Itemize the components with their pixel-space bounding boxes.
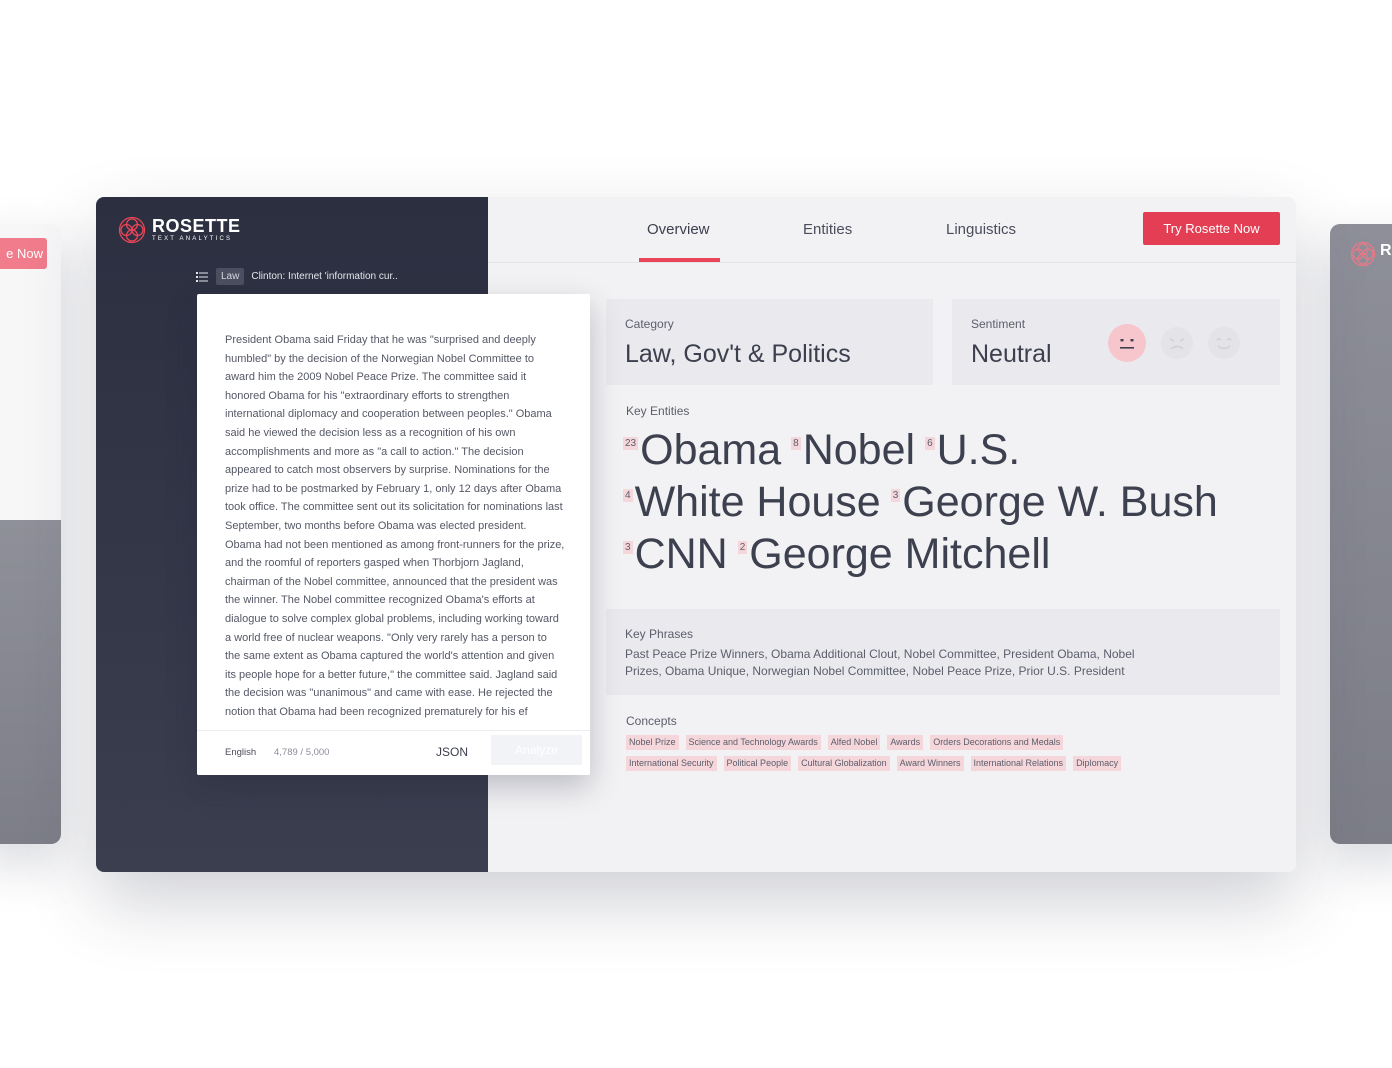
right-preview-card: R [1330,224,1392,844]
entity-name: George Mitchell [749,530,1051,578]
concept-chip[interactable]: Diplomacy [1073,756,1122,771]
character-count: 4,789 / 5,000 [274,747,330,758]
breadcrumb: Law Clinton: Internet 'information cur.. [196,268,398,285]
rosette-logo-icon [118,216,146,244]
concept-chip[interactable]: Orders Decorations and Medals [930,735,1064,750]
results-panel: Overview Entities Linguistics Try Rosett… [488,197,1296,872]
entity-item[interactable]: 6 U.S. [925,427,1020,473]
document-card: President Obama said Friday that he was … [197,294,590,775]
concept-chip[interactable]: Cultural Globalization [798,756,890,771]
results-nav: Overview Entities Linguistics Try Rosett… [488,197,1296,263]
entity-item[interactable]: 8 Nobel [791,427,915,473]
brand-name: ROSETTE [152,216,241,236]
entity-name: U.S. [936,426,1021,474]
key-phrases-box: Key Phrases Past Peace Prize Winners, Ob… [606,609,1280,695]
analyze-button[interactable]: Analyze [491,735,582,765]
key-entities-list: 23 Obama 8 Nobel 6 U.S. 4 White House 3 Georg… [623,427,1283,583]
entity-name: George W. Bush [902,478,1218,526]
left-preview-card: e Now [0,224,61,844]
entity-count: 2 [737,541,748,554]
brand-logo[interactable]: ROSETTE TEXT ANALYTICS [118,216,241,244]
brand-tagline: TEXT ANALYTICS [152,236,233,242]
entity-count: 23 [623,437,639,450]
category-label: Category [625,317,674,331]
category-box: Category Law, Gov't & Politics [606,299,933,385]
brand-text: ROSETTE TEXT ANALYTICS [152,217,241,243]
sentiment-label: Sentiment [971,317,1026,331]
entity-line: 3 CNN 2 George Mitchell [623,531,1283,583]
document-footer: English 4,789 / 5,000 JSON Analyze [197,730,590,775]
concept-chip[interactable]: Science and Technology Awards [685,735,821,750]
entity-count: 4 [623,489,633,502]
concept-row: Nobel Prize Science and Technology Award… [626,735,1186,756]
key-phrases-text: Past Peace Prize Winners, Obama Addition… [625,647,1135,678]
entity-line: 4 White House 3 George W. Bush [623,479,1283,531]
entity-item[interactable]: 3 George W. Bush [890,478,1218,526]
key-entities-label: Key Entities [626,404,690,418]
concepts-label: Concepts [626,714,677,728]
entity-item[interactable]: 3 CNN [623,531,728,577]
key-phrases-label: Key Phrases [625,627,694,641]
entity-count: 6 [925,437,935,450]
entity-item[interactable]: 23 Obama [623,427,781,473]
concept-chip[interactable]: Awards [887,735,924,750]
entity-item[interactable]: 4 White House [623,479,881,525]
entity-line: 23 Obama 8 Nobel 6 U.S. [623,427,1283,479]
language-label: English [225,747,257,758]
main-window: ROSETTE TEXT ANALYTICS Law Clinton: Inte… [96,197,1296,872]
negative-face-icon [1161,327,1193,359]
positive-face-icon [1208,327,1240,359]
json-button[interactable]: JSON [436,745,468,759]
concept-chip[interactable]: Nobel Prize [626,735,679,750]
tab-linguistics[interactable]: Linguistics [946,221,1016,238]
left-preview-top: e Now [0,224,61,520]
rosette-logo-icon [1350,241,1376,267]
neutral-face-icon [1108,324,1146,362]
sentiment-faces [1108,324,1252,362]
sentiment-box: Sentiment Neutral [952,299,1280,385]
entity-name: White House [634,478,881,526]
concept-chip[interactable]: Political People [723,756,792,771]
sentiment-value: Neutral [971,340,1052,368]
concept-chip[interactable]: International Relations [970,756,1067,771]
concept-chip[interactable]: Alfed Nobel [827,735,881,750]
left-preview-cta-button[interactable]: e Now [0,238,47,269]
list-icon[interactable] [196,271,208,282]
document-title[interactable]: Clinton: Internet 'information cur.. [251,271,397,282]
concept-chip[interactable]: International Security [626,756,717,771]
entity-name: Nobel [802,426,916,474]
concepts-list: Nobel Prize Science and Technology Award… [626,735,1186,777]
right-preview-logo-text: R [1380,242,1392,259]
entity-count: 8 [791,437,801,450]
concept-row: International Security Political People … [626,756,1186,777]
entity-name: CNN [634,530,728,578]
concept-chip[interactable]: Award Winners [896,756,964,771]
active-tab-indicator [639,258,720,262]
left-preview-bottom [0,520,61,844]
tab-overview[interactable]: Overview [647,221,710,238]
category-tag[interactable]: Law [216,268,245,285]
document-text-area[interactable]: President Obama said Friday that he was … [225,331,565,728]
entity-count: 3 [890,489,901,502]
category-value: Law, Gov't & Politics [625,340,851,368]
try-rosette-button[interactable]: Try Rosette Now [1143,212,1280,245]
entity-name: Obama [640,426,782,474]
entity-item[interactable]: 2 George Mitchell [737,530,1051,578]
entity-count: 3 [623,541,633,554]
tab-entities[interactable]: Entities [803,221,852,238]
